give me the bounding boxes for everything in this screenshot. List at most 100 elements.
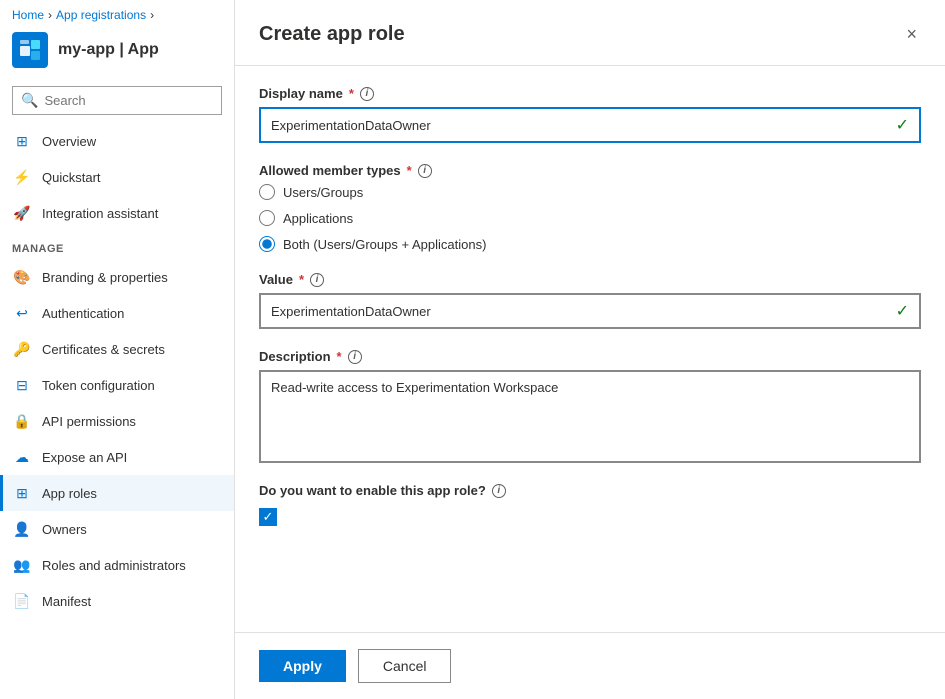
allowed-member-types-required: *: [407, 163, 412, 178]
value-label-text: Value: [259, 272, 293, 287]
radio-users-groups[interactable]: Users/Groups: [259, 184, 921, 200]
allowed-member-types-label: Allowed member types * i: [259, 163, 921, 178]
panel-body: Display name * i ✓ Allowed member types …: [235, 66, 945, 632]
panel-title: Create app role: [259, 23, 405, 46]
display-name-required: *: [349, 86, 354, 101]
display-name-input-wrapper[interactable]: ✓: [259, 107, 921, 143]
enable-role-section: Do you want to enable this app role? i ✓: [259, 483, 921, 526]
manifest-icon: 📄: [12, 591, 32, 611]
panel-overlay: Create app role × Display name * i ✓: [235, 0, 945, 699]
app-title-row: my-app | App: [0, 26, 234, 78]
allowed-member-types-label-text: Allowed member types: [259, 163, 401, 178]
value-input-wrapper[interactable]: ✓: [259, 293, 921, 329]
display-name-label-text: Display name: [259, 86, 343, 101]
sidebar-item-authentication[interactable]: ↩ Authentication: [0, 295, 234, 331]
breadcrumb: Home › App registrations ›: [0, 0, 234, 26]
sidebar-item-expose-api[interactable]: ☁ Expose an API: [0, 439, 234, 475]
allowed-member-types-info-icon[interactable]: i: [418, 164, 432, 178]
owners-icon: 👤: [12, 519, 32, 539]
sidebar-item-label-api: API permissions: [42, 414, 136, 429]
radio-applications-input[interactable]: [259, 210, 275, 226]
radio-applications-label: Applications: [283, 211, 353, 226]
auth-icon: ↩: [12, 303, 32, 323]
allowed-member-types-field-group: Allowed member types * i Users/Groups Ap…: [259, 163, 921, 252]
approles-icon: ⊞: [12, 483, 32, 503]
sidebar-item-label-manifest: Manifest: [42, 594, 91, 609]
sidebar-item-label-auth: Authentication: [42, 306, 124, 321]
value-check-icon: ✓: [896, 301, 909, 321]
expose-icon: ☁: [12, 447, 32, 467]
breadcrumb-app-registrations[interactable]: App registrations: [56, 8, 146, 22]
sidebar-item-label-overview: Overview: [42, 134, 96, 149]
close-button[interactable]: ×: [902, 20, 921, 49]
cancel-button[interactable]: Cancel: [358, 649, 452, 683]
sidebar-item-api-permissions[interactable]: 🔒 API permissions: [0, 403, 234, 439]
sidebar-item-certificates[interactable]: 🔑 Certificates & secrets: [0, 331, 234, 367]
sidebar-item-label-quickstart: Quickstart: [42, 170, 101, 185]
sidebar-item-manifest[interactable]: 📄 Manifest: [0, 583, 234, 619]
description-info-icon[interactable]: i: [348, 350, 362, 364]
description-label: Description * i: [259, 349, 921, 364]
value-input[interactable]: [271, 304, 896, 319]
sidebar-item-label-owners: Owners: [42, 522, 87, 537]
enable-role-label-text: Do you want to enable this app role?: [259, 483, 486, 498]
sidebar-item-branding[interactable]: 🎨 Branding & properties: [0, 259, 234, 295]
quickstart-icon: ⚡: [12, 167, 32, 187]
enable-role-info-icon[interactable]: i: [492, 484, 506, 498]
sidebar-item-overview[interactable]: ⊞ Overview: [0, 123, 234, 159]
create-app-role-panel: Create app role × Display name * i ✓: [235, 0, 945, 699]
search-box[interactable]: 🔍: [12, 86, 222, 115]
sidebar-item-roles-admins[interactable]: 👥 Roles and administrators: [0, 547, 234, 583]
radio-applications[interactable]: Applications: [259, 210, 921, 226]
description-required: *: [337, 349, 342, 364]
display-name-check-icon: ✓: [896, 115, 909, 135]
display-name-info-icon[interactable]: i: [360, 87, 374, 101]
panel-footer: Apply Cancel: [235, 632, 945, 699]
nav-section-manage: Manage: [0, 231, 234, 259]
radio-both[interactable]: Both (Users/Groups + Applications): [259, 236, 921, 252]
display-name-input[interactable]: [271, 118, 896, 133]
sidebar-item-integration[interactable]: 🚀 Integration assistant: [0, 195, 234, 231]
sidebar-item-token[interactable]: ⊟ Token configuration: [0, 367, 234, 403]
sidebar-item-app-roles[interactable]: ⊞ App roles: [0, 475, 234, 511]
value-field-group: Value * i ✓: [259, 272, 921, 329]
roles-icon: 👥: [12, 555, 32, 575]
description-textarea-wrapper[interactable]: Read-write access to Experimentation Wor…: [259, 370, 921, 463]
app-avatar-icon: [19, 39, 41, 61]
description-field-group: Description * i Read-write access to Exp…: [259, 349, 921, 463]
breadcrumb-sep2: ›: [150, 8, 154, 22]
enable-role-checkbox[interactable]: ✓: [259, 508, 277, 526]
apply-button[interactable]: Apply: [259, 650, 346, 682]
token-icon: ⊟: [12, 375, 32, 395]
sidebar-item-quickstart[interactable]: ⚡ Quickstart: [0, 159, 234, 195]
search-icon: 🔍: [21, 92, 38, 109]
overview-icon: ⊞: [12, 131, 32, 151]
sidebar-item-label-expose: Expose an API: [42, 450, 127, 465]
main-content: Create app role × Display name * i ✓: [235, 0, 945, 699]
display-name-field-group: Display name * i ✓: [259, 86, 921, 143]
value-info-icon[interactable]: i: [310, 273, 324, 287]
radio-users-groups-input[interactable]: [259, 184, 275, 200]
description-textarea[interactable]: Read-write access to Experimentation Wor…: [271, 380, 909, 450]
sidebar-item-label-approles: App roles: [42, 486, 97, 501]
value-label: Value * i: [259, 272, 921, 287]
branding-icon: 🎨: [12, 267, 32, 287]
app-title: my-app | App: [58, 41, 159, 59]
radio-both-input[interactable]: [259, 236, 275, 252]
app-avatar: [12, 32, 48, 68]
sidebar-item-label-integration: Integration assistant: [42, 206, 158, 221]
value-required: *: [299, 272, 304, 287]
search-input[interactable]: [44, 93, 213, 108]
sidebar: Home › App registrations › my-app | App …: [0, 0, 235, 699]
radio-users-groups-label: Users/Groups: [283, 185, 363, 200]
radio-both-label: Both (Users/Groups + Applications): [283, 237, 486, 252]
integration-icon: 🚀: [12, 203, 32, 223]
sidebar-item-label-token: Token configuration: [42, 378, 155, 393]
sidebar-item-owners[interactable]: 👤 Owners: [0, 511, 234, 547]
display-name-label: Display name * i: [259, 86, 921, 101]
sidebar-item-label-roles: Roles and administrators: [42, 558, 186, 573]
enable-role-label: Do you want to enable this app role? i: [259, 483, 921, 498]
cert-icon: 🔑: [12, 339, 32, 359]
breadcrumb-home[interactable]: Home: [12, 8, 44, 22]
api-icon: 🔒: [12, 411, 32, 431]
